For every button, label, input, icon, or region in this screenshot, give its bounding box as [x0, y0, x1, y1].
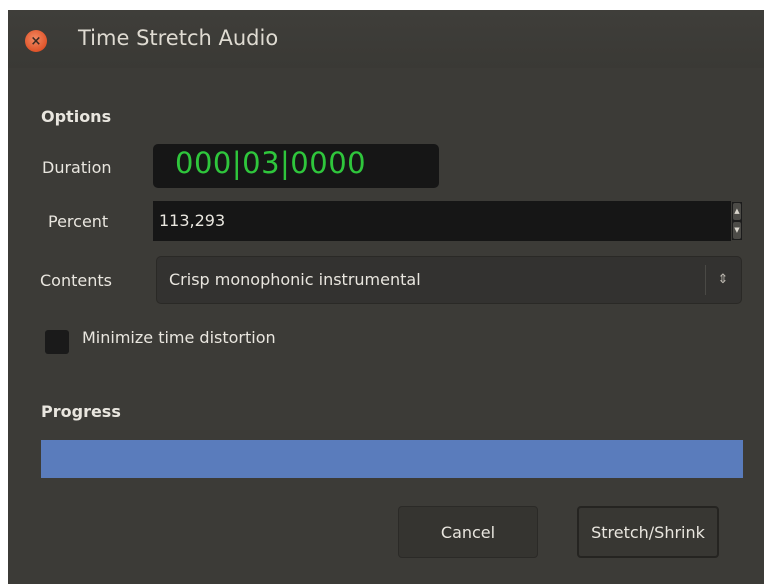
- contents-value: Crisp monophonic instrumental: [169, 270, 421, 289]
- duration-field[interactable]: 000|03|0000: [153, 144, 439, 188]
- window-title: Time Stretch Audio: [78, 26, 279, 50]
- combo-divider: [705, 265, 706, 295]
- spin-up-icon[interactable]: ▲: [733, 203, 741, 220]
- contents-combo[interactable]: Crisp monophonic instrumental ⇕: [156, 256, 742, 304]
- progress-heading: Progress: [41, 402, 121, 421]
- title-bar: × Time Stretch Audio: [8, 10, 764, 68]
- contents-label: Contents: [40, 271, 112, 290]
- cancel-button[interactable]: Cancel: [398, 506, 538, 558]
- minimize-distortion-checkbox[interactable]: [45, 330, 69, 354]
- percent-input[interactable]: 113,293: [153, 201, 731, 241]
- percent-label: Percent: [48, 212, 109, 231]
- percent-spinner[interactable]: ▲ ▼: [732, 202, 742, 240]
- spin-down-icon[interactable]: ▼: [733, 222, 741, 239]
- stretch-shrink-button[interactable]: Stretch/Shrink: [577, 506, 719, 558]
- close-icon[interactable]: ×: [25, 30, 47, 52]
- dialog-window: × Time Stretch Audio Options Duration 00…: [8, 10, 764, 584]
- combo-updown-icon[interactable]: ⇕: [712, 268, 734, 292]
- duration-label: Duration: [42, 158, 112, 177]
- percent-value: 113,293: [159, 211, 226, 230]
- progress-fill: [41, 440, 743, 478]
- progress-bar: [41, 440, 743, 478]
- minimize-distortion-label[interactable]: Minimize time distortion: [82, 328, 276, 347]
- options-heading: Options: [41, 107, 112, 126]
- duration-value: 000|03|0000: [175, 146, 367, 180]
